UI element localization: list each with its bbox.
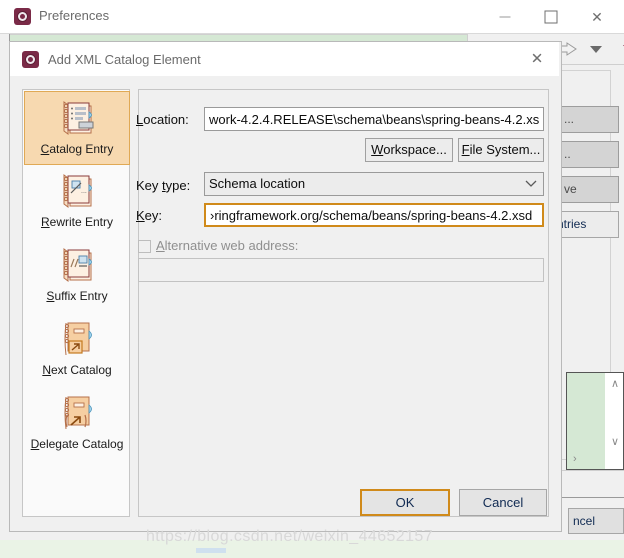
- label-rest: atalog Entry: [49, 142, 114, 156]
- mnemonic: N: [42, 363, 51, 377]
- location-input[interactable]: [204, 107, 544, 131]
- preferences-cancel-button[interactable]: ncel: [568, 508, 624, 534]
- background-button-2[interactable]: ..: [557, 141, 619, 168]
- mnemonic: W: [371, 142, 384, 157]
- alternative-web-address-label: Alternative web address:: [156, 238, 298, 253]
- key-type-label: Key type:: [136, 178, 190, 193]
- preferences-title: Preferences: [39, 8, 110, 23]
- list-item-next-catalog[interactable]: Next Catalog: [24, 313, 130, 387]
- key-input[interactable]: [204, 203, 544, 227]
- list-item-label: Catalog Entry: [41, 142, 114, 156]
- background-button-1[interactable]: ...: [557, 106, 619, 133]
- eclipse-gear-icon: [14, 8, 31, 28]
- scroll-down-icon[interactable]: ∨: [611, 435, 619, 448]
- close-icon: ✕: [591, 8, 603, 25]
- location-label: Location:: [136, 112, 189, 127]
- label-rest: ey:: [144, 208, 163, 223]
- list-item-label: Rewrite Entry: [41, 215, 113, 229]
- list-item-suffix-entry[interactable]: Suffix Entry: [24, 239, 130, 313]
- catalog-entry-icon: [63, 101, 94, 135]
- dialog-title: Add XML Catalog Element: [48, 52, 201, 67]
- list-item-delegate-catalog[interactable]: Delegate Catalog: [24, 387, 130, 461]
- cancel-button[interactable]: Cancel: [459, 489, 547, 516]
- mnemonic: F: [461, 142, 470, 157]
- label-rest: orkspace...: [383, 142, 447, 157]
- next-catalog-icon: [64, 322, 92, 356]
- chevron-down-icon[interactable]: [590, 46, 602, 53]
- maximize-icon: [544, 10, 558, 23]
- list-item-label: Suffix Entry: [46, 289, 107, 303]
- label-rest: ype:: [165, 178, 191, 193]
- mnemonic: D: [30, 437, 40, 451]
- background-list-box[interactable]: ∧ ∨ ›: [566, 372, 624, 470]
- label-rest: elegate Catalog: [39, 437, 124, 451]
- taskbar-item[interactable]: [196, 548, 226, 553]
- close-icon: ✕: [530, 50, 544, 68]
- scroll-right-icon[interactable]: ›: [573, 453, 577, 465]
- file-system-button[interactable]: File System...: [458, 138, 544, 162]
- dialog-close-button[interactable]: ✕: [515, 42, 559, 76]
- list-item-rewrite-entry[interactable]: ... Rewrite Entry: [24, 165, 130, 239]
- chevron-down-icon: [525, 177, 537, 191]
- label-prefix: Key: [136, 178, 163, 193]
- ok-button[interactable]: OK: [360, 489, 450, 516]
- label-rest: ewrite Entry: [49, 215, 114, 229]
- suffix-entry-icon: [63, 248, 92, 282]
- key-label: Key:: [136, 208, 162, 223]
- scroll-up-icon[interactable]: ∧: [611, 377, 619, 390]
- list-item-label: Next Catalog: [42, 363, 111, 377]
- key-type-dropdown[interactable]: Schema location: [204, 172, 544, 196]
- workspace-button[interactable]: Workspace...: [365, 138, 453, 162]
- close-button[interactable]: ✕: [574, 0, 620, 33]
- svg-text:...: ...: [81, 188, 87, 195]
- mnemonic: R: [40, 215, 50, 229]
- mnemonic: C: [40, 142, 50, 156]
- taskbar-strip: [0, 540, 624, 558]
- eclipse-gear-icon: [22, 51, 39, 71]
- label-rest: ocation:: [143, 112, 189, 127]
- mnemonic: A: [156, 238, 165, 253]
- alternative-web-address-input[interactable]: [138, 258, 544, 282]
- list-item-label: Delegate Catalog: [31, 437, 124, 451]
- label-rest: ile System...: [469, 142, 541, 157]
- label-rest: lternative web address:: [164, 238, 299, 253]
- key-type-value: Schema location: [209, 176, 306, 191]
- label-rest: ext Catalog: [50, 363, 112, 377]
- maximize-button[interactable]: [528, 0, 574, 33]
- minimize-icon: [499, 16, 511, 17]
- list-item-catalog-entry[interactable]: Catalog Entry: [24, 91, 130, 165]
- preferences-titlebar: Preferences ✕: [0, 0, 624, 34]
- mnemonic: K: [136, 208, 145, 223]
- rewrite-entry-icon: ...: [63, 174, 92, 208]
- catalog-element-type-list[interactable]: Catalog Entry ... Rewrite Entry Suffix E…: [22, 89, 130, 517]
- delegate-catalog-icon: [64, 396, 92, 430]
- dialog-titlebar: Add XML Catalog Element ✕: [10, 42, 559, 76]
- label-rest: uffix Entry: [54, 289, 108, 303]
- alternative-web-address-checkbox[interactable]: [138, 240, 151, 253]
- background-button-3[interactable]: ve: [557, 176, 619, 203]
- minimize-button[interactable]: [482, 0, 528, 33]
